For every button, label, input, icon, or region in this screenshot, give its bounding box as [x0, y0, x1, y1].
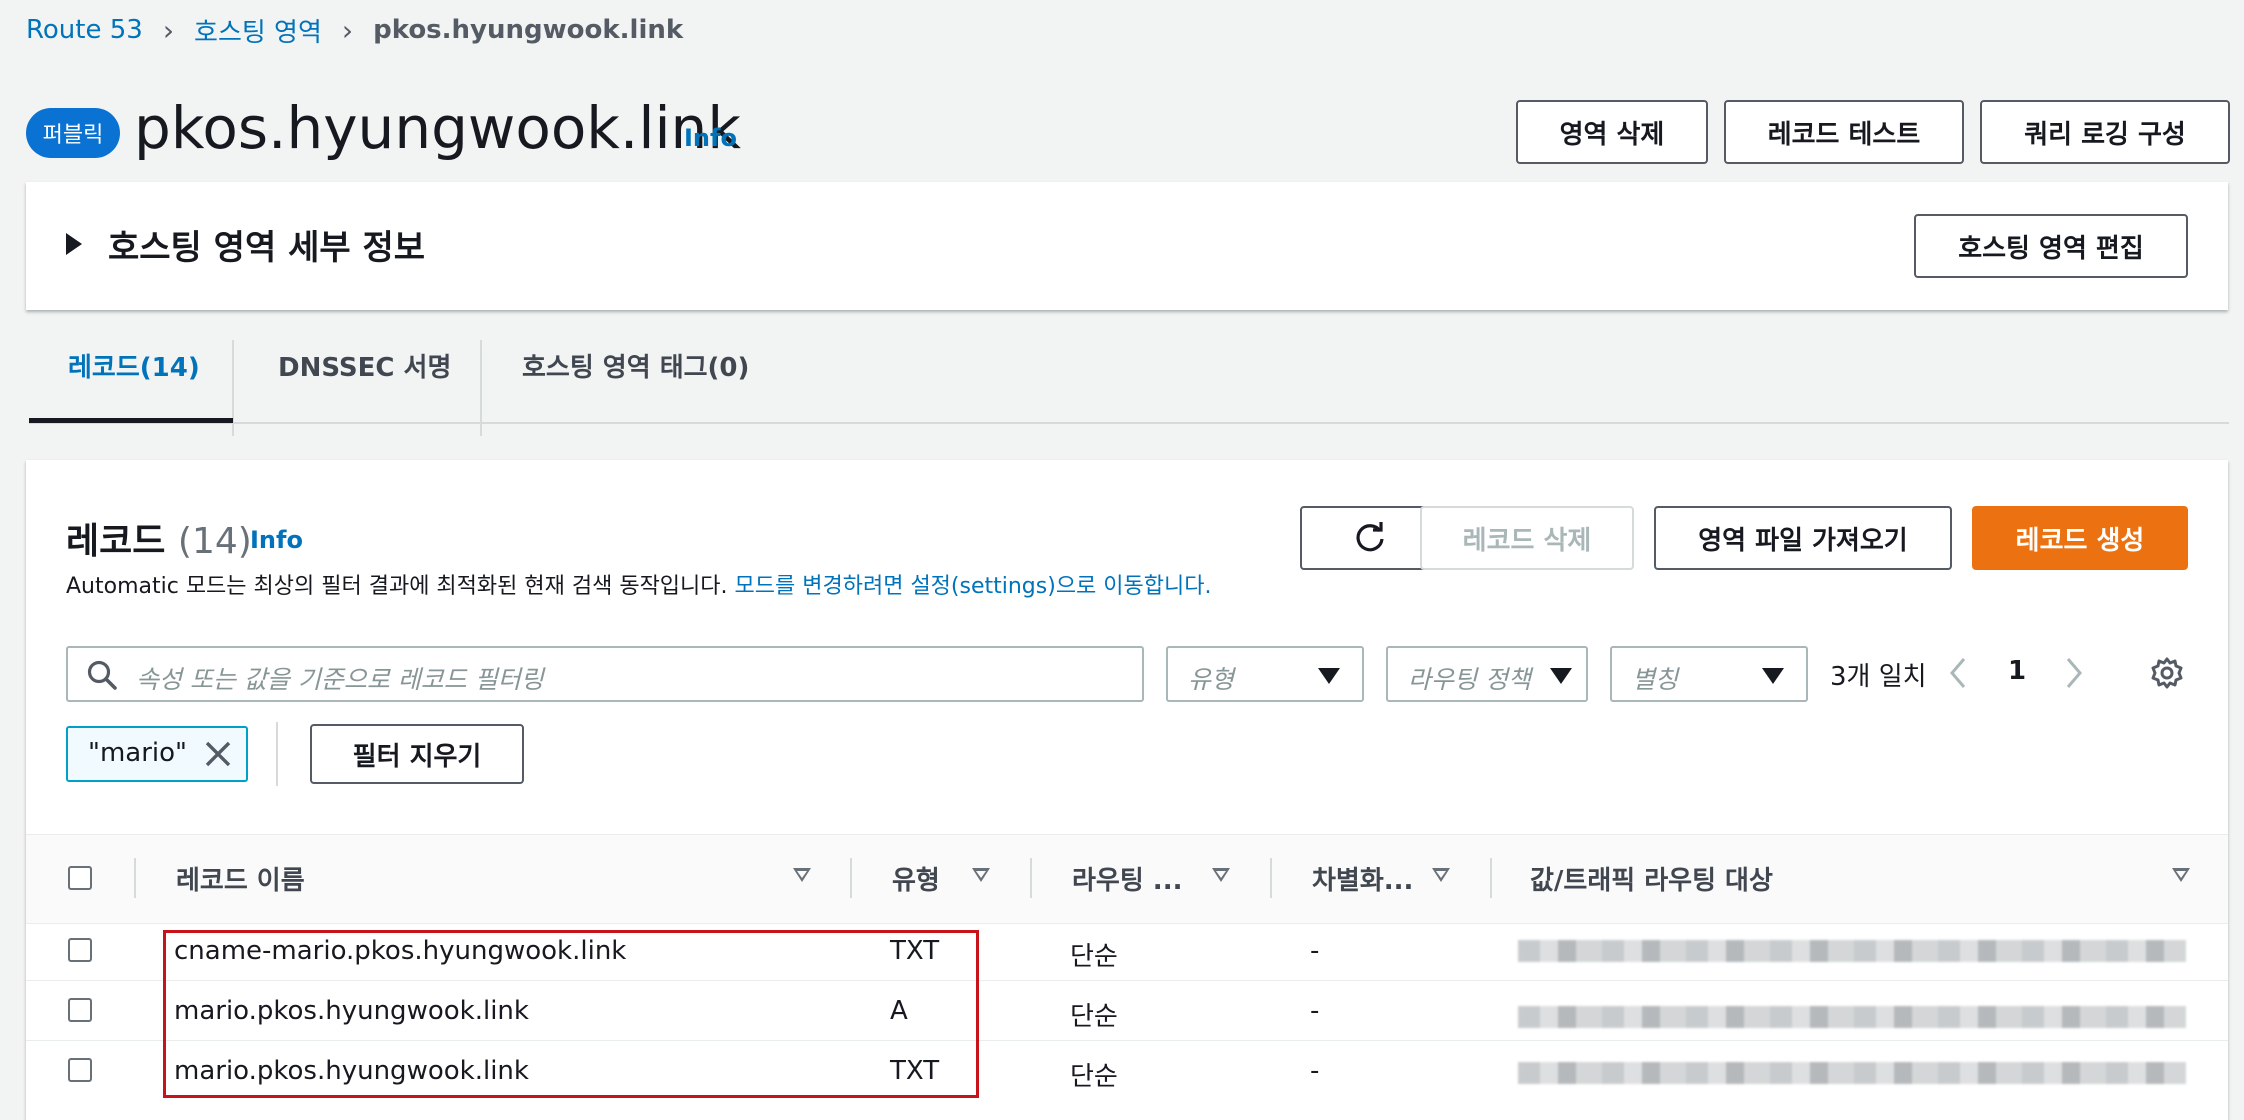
- search-icon: [87, 660, 117, 690]
- caret-down-icon: [1318, 668, 1340, 684]
- column-header-routing[interactable]: 라우팅 ...: [1072, 860, 1182, 897]
- caret-right-icon[interactable]: [66, 233, 82, 255]
- column-divider: [850, 858, 852, 898]
- query-logging-button[interactable]: 쿼리 로깅 구성: [1980, 100, 2230, 164]
- records-count: (14): [177, 521, 252, 562]
- title-info-link[interactable]: Info: [684, 124, 737, 152]
- sort-icon[interactable]: [793, 868, 811, 882]
- column-divider: [1270, 858, 1272, 898]
- record-differentiator: -: [1310, 936, 1320, 966]
- type-filter-select[interactable]: 유형: [1166, 646, 1364, 702]
- active-tab-indicator: [29, 418, 233, 423]
- current-page[interactable]: 1: [2008, 656, 2026, 686]
- filter-token-text: "mario": [88, 738, 187, 768]
- details-title[interactable]: 호스팅 영역 세부 정보: [108, 220, 425, 269]
- record-routing: 단순: [1070, 942, 1118, 972]
- delete-records-button[interactable]: 레코드 삭제: [1420, 506, 1634, 570]
- public-badge: 퍼블릭: [26, 108, 120, 158]
- records-title: 레코드: [66, 521, 166, 562]
- tab-dnssec[interactable]: DNSSEC 서명: [278, 346, 451, 390]
- records-info-link[interactable]: Info: [250, 526, 303, 554]
- column-header-value[interactable]: 값/트래픽 라우팅 대상: [1530, 860, 1773, 897]
- filter-divider: [276, 722, 278, 786]
- redacted-value: [1518, 1006, 2186, 1028]
- chevron-right-icon: ›: [341, 13, 354, 47]
- alias-filter-select[interactable]: 별칭: [1610, 646, 1808, 702]
- column-divider: [1490, 858, 1492, 898]
- breadcrumb-hosted-zones[interactable]: 호스팅 영역: [194, 12, 322, 49]
- edit-hosted-zone-button[interactable]: 호스팅 영역 편집: [1914, 214, 2188, 278]
- clear-filters-button[interactable]: 필터 지우기: [310, 724, 524, 784]
- record-routing: 단순: [1070, 1002, 1118, 1032]
- column-divider: [134, 858, 136, 898]
- tab-records[interactable]: 레코드(14): [68, 346, 200, 390]
- row-checkbox[interactable]: [68, 998, 92, 1022]
- prev-page-icon[interactable]: [1948, 656, 1968, 690]
- test-record-button[interactable]: 레코드 테스트: [1724, 100, 1964, 164]
- breadcrumb-route53[interactable]: Route 53: [26, 15, 143, 45]
- chevron-right-icon: ›: [162, 13, 175, 47]
- redacted-value: [1518, 1062, 2186, 1084]
- settings-link[interactable]: 모드를 변경하려면 설정(settings)으로 이동합니다.: [735, 574, 1212, 599]
- sort-icon[interactable]: [1212, 868, 1230, 882]
- settings-gear-icon[interactable]: [2150, 656, 2184, 690]
- match-count: 3개 일치: [1830, 662, 1927, 692]
- column-divider: [1030, 858, 1032, 898]
- close-icon[interactable]: [204, 740, 232, 768]
- description-text: Automatic 모드는 최상의 필터 결과에 최적화된 현재 검색 동작입니…: [66, 574, 728, 599]
- sort-icon[interactable]: [2172, 868, 2190, 882]
- routing-filter-select[interactable]: 라우팅 정책: [1386, 646, 1588, 702]
- tab-tags[interactable]: 호스팅 영역 태그(0): [522, 346, 749, 390]
- caret-down-icon: [1762, 668, 1784, 684]
- create-record-button[interactable]: 레코드 생성: [1972, 506, 2188, 570]
- column-header-type[interactable]: 유형: [892, 860, 940, 897]
- redacted-value: [1518, 940, 2186, 962]
- record-differentiator: -: [1310, 1056, 1320, 1086]
- caret-down-icon: [1550, 668, 1572, 684]
- highlight-box: [163, 930, 979, 1098]
- breadcrumb-current: pkos.hyungwook.link: [373, 15, 684, 45]
- import-zone-file-button[interactable]: 영역 파일 가져오기: [1654, 506, 1952, 570]
- select-all-checkbox[interactable]: [68, 866, 92, 890]
- row-checkbox[interactable]: [68, 938, 92, 962]
- sort-icon[interactable]: [1432, 868, 1450, 882]
- records-description: Automatic 모드는 최상의 필터 결과에 최적화된 현재 검색 동작입니…: [66, 568, 1211, 600]
- delete-zone-button[interactable]: 영역 삭제: [1516, 100, 1708, 164]
- routing-filter-placeholder: 라우팅 정책: [1408, 665, 1531, 694]
- row-checkbox[interactable]: [68, 1058, 92, 1082]
- refresh-icon: [1356, 522, 1384, 552]
- tabs-baseline: [29, 422, 2229, 424]
- record-routing: 단순: [1070, 1062, 1118, 1092]
- alias-filter-placeholder: 별칭: [1632, 665, 1679, 694]
- column-header-differentiator[interactable]: 차별화...: [1312, 860, 1413, 897]
- search-placeholder: 속성 또는 값을 기준으로 레코드 필터링: [136, 665, 544, 694]
- type-filter-placeholder: 유형: [1188, 665, 1235, 694]
- records-heading: 레코드 (14): [66, 512, 252, 564]
- record-differentiator: -: [1310, 996, 1320, 1026]
- breadcrumb: Route 53 › 호스팅 영역 › pkos.hyungwook.link: [26, 12, 683, 48]
- next-page-icon[interactable]: [2064, 656, 2084, 690]
- page-title: pkos.hyungwook.link: [134, 94, 741, 162]
- sort-icon[interactable]: [972, 868, 990, 882]
- column-header-name[interactable]: 레코드 이름: [176, 860, 305, 897]
- refresh-button[interactable]: [1300, 506, 1440, 570]
